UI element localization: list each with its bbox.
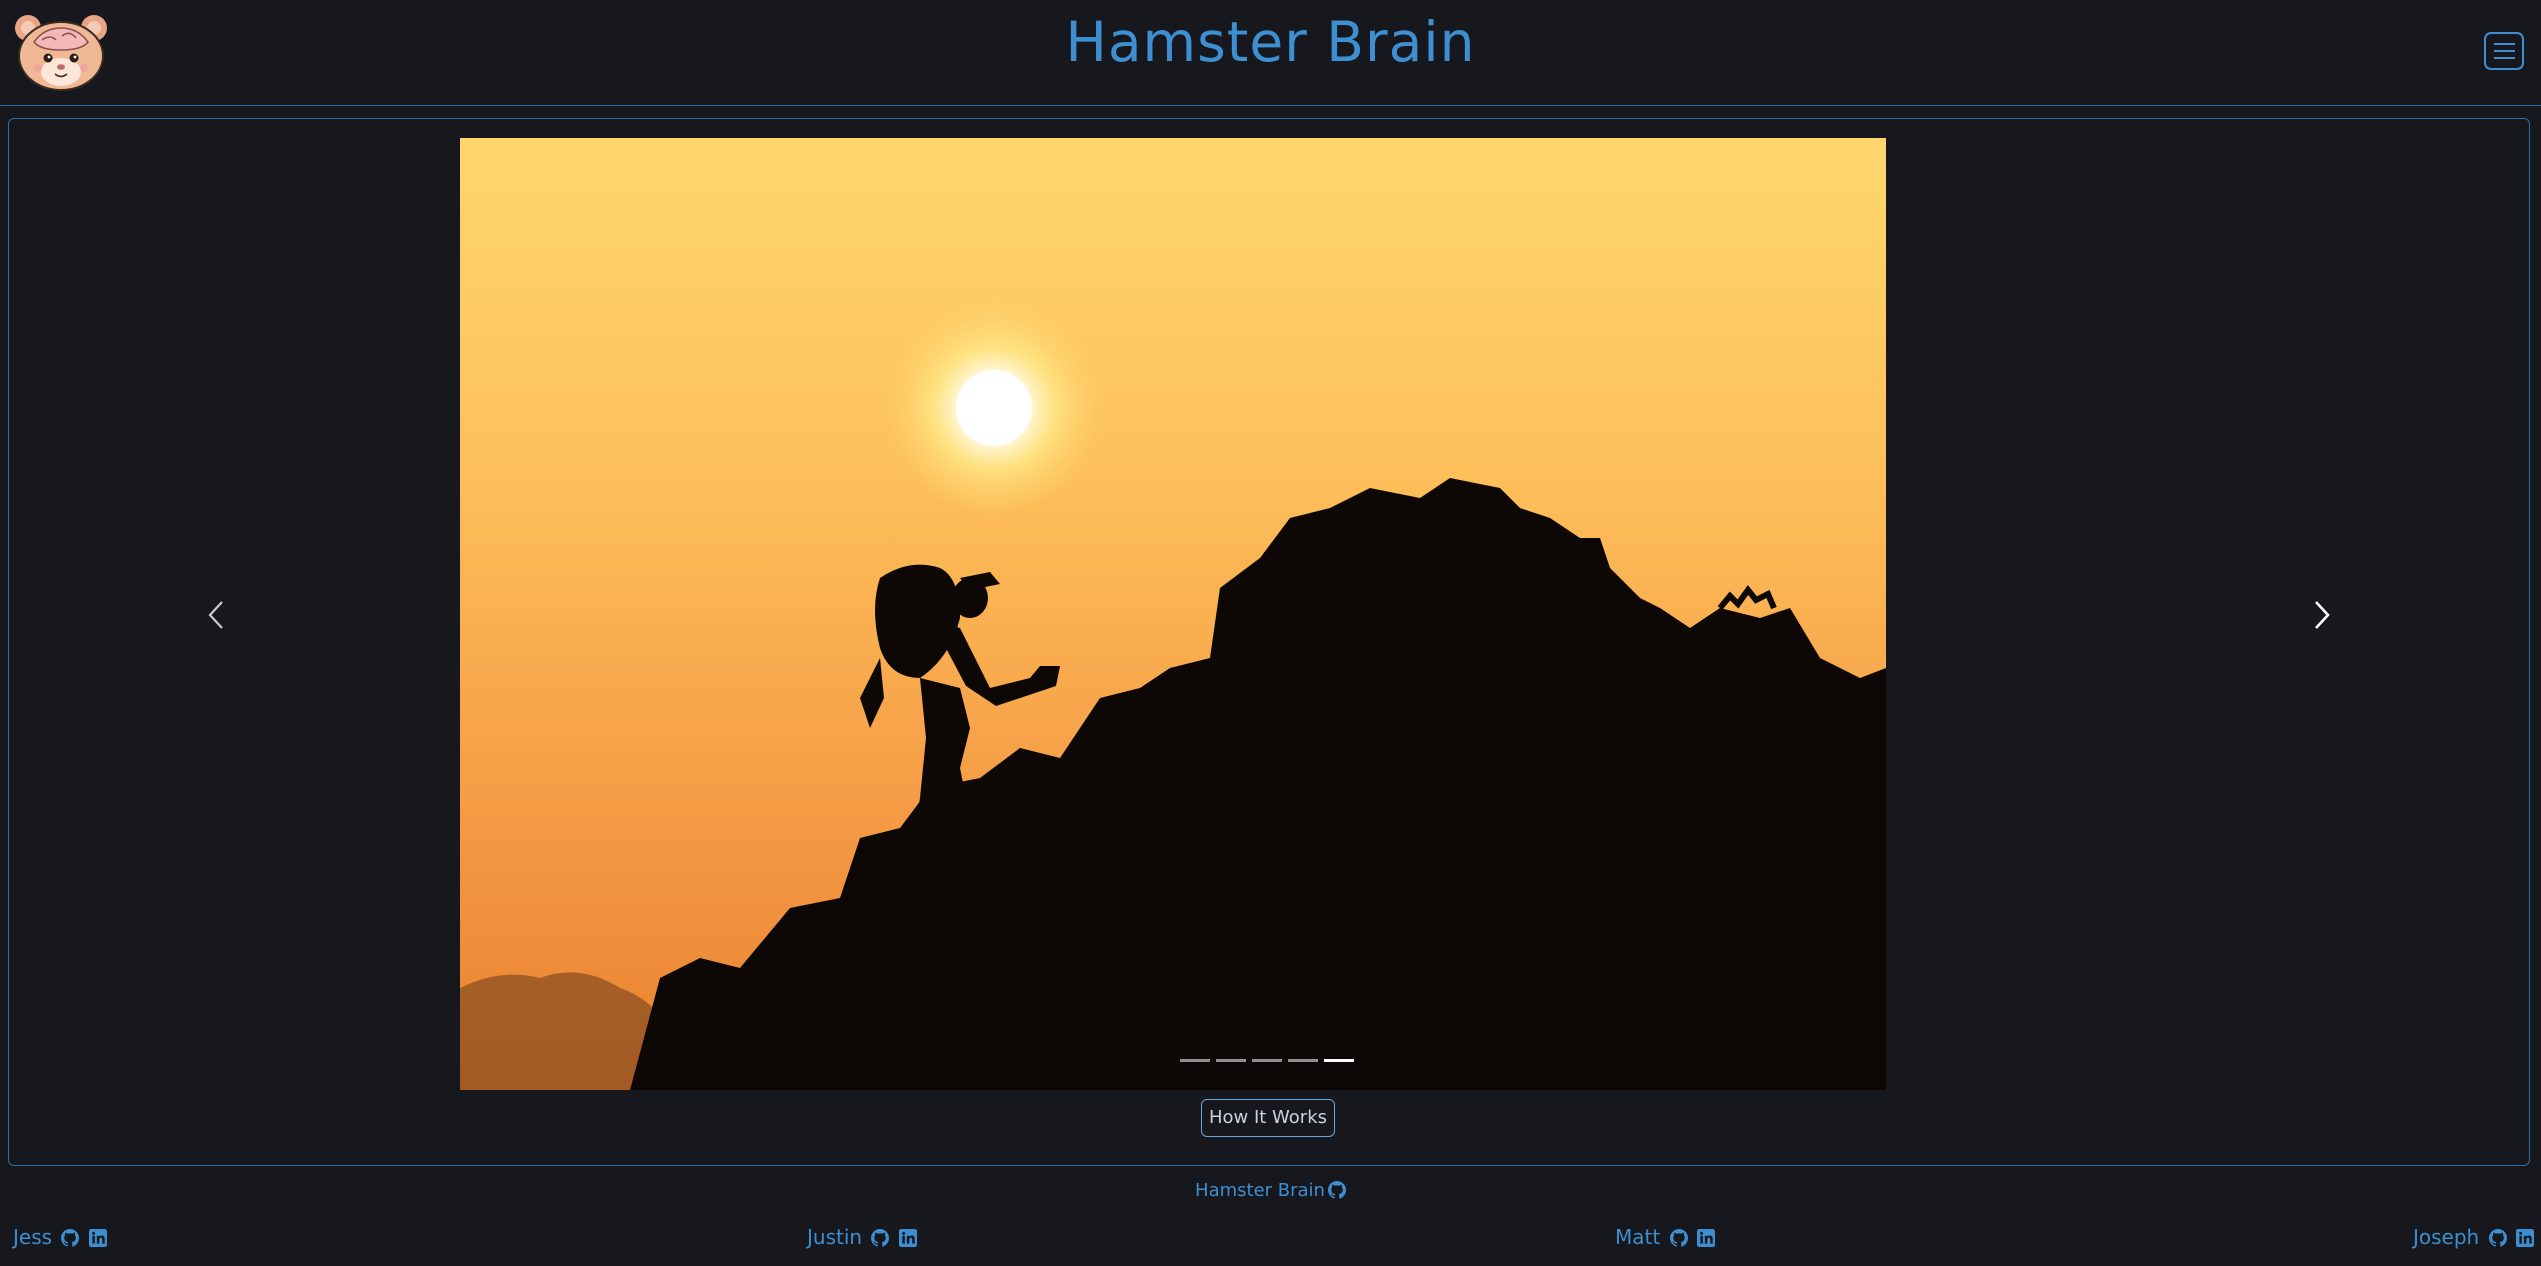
chevron-left-icon <box>208 601 223 629</box>
contributor-jess: Jess <box>13 1225 107 1249</box>
navbar: Hamster Brain <box>0 0 2541 106</box>
github-icon[interactable] <box>1669 1229 1688 1247</box>
contributor-name[interactable]: Joseph <box>2413 1225 2479 1249</box>
contributor-name[interactable]: Jess <box>13 1225 52 1249</box>
carousel-indicator-2[interactable] <box>1216 1059 1246 1062</box>
carousel-prev-button[interactable] <box>196 590 236 640</box>
chevron-right-icon <box>2315 601 2330 629</box>
linkedin-icon[interactable] <box>2515 1229 2534 1247</box>
carousel-indicators <box>1180 1059 1354 1065</box>
how-it-works-button[interactable]: How It Works <box>1201 1099 1335 1137</box>
contributor-name[interactable]: Matt <box>1615 1225 1660 1249</box>
github-icon <box>1327 1181 1346 1199</box>
contributor-name[interactable]: Justin <box>807 1225 862 1249</box>
contributors-row: Jess Justin Matt Joseph <box>0 1225 2541 1249</box>
contributor-matt: Matt <box>1615 1225 1715 1249</box>
github-icon[interactable] <box>2488 1229 2507 1247</box>
carousel-next-button[interactable] <box>2302 590 2342 640</box>
carousel-indicator-1[interactable] <box>1180 1059 1210 1062</box>
footer-repo-label: Hamster Brain <box>1195 1180 1325 1201</box>
footer-repo-link[interactable]: Hamster Brain <box>1195 1180 1346 1201</box>
linkedin-icon[interactable] <box>898 1229 917 1247</box>
site-title[interactable]: Hamster Brain <box>0 10 2541 74</box>
contributor-justin: Justin <box>807 1225 917 1249</box>
carousel-slide-image <box>460 138 1886 1090</box>
linkedin-icon[interactable] <box>1696 1229 1715 1247</box>
contributor-joseph: Joseph <box>2413 1225 2534 1249</box>
github-icon[interactable] <box>61 1229 80 1247</box>
github-icon[interactable] <box>871 1229 890 1247</box>
carousel-indicator-3[interactable] <box>1252 1059 1282 1062</box>
footer-repo: Hamster Brain <box>0 1180 2541 1201</box>
carousel-indicator-4[interactable] <box>1288 1059 1318 1062</box>
hamburger-menu-icon[interactable] <box>2484 32 2524 70</box>
linkedin-icon[interactable] <box>88 1229 107 1247</box>
carousel-indicator-5[interactable] <box>1324 1059 1354 1062</box>
